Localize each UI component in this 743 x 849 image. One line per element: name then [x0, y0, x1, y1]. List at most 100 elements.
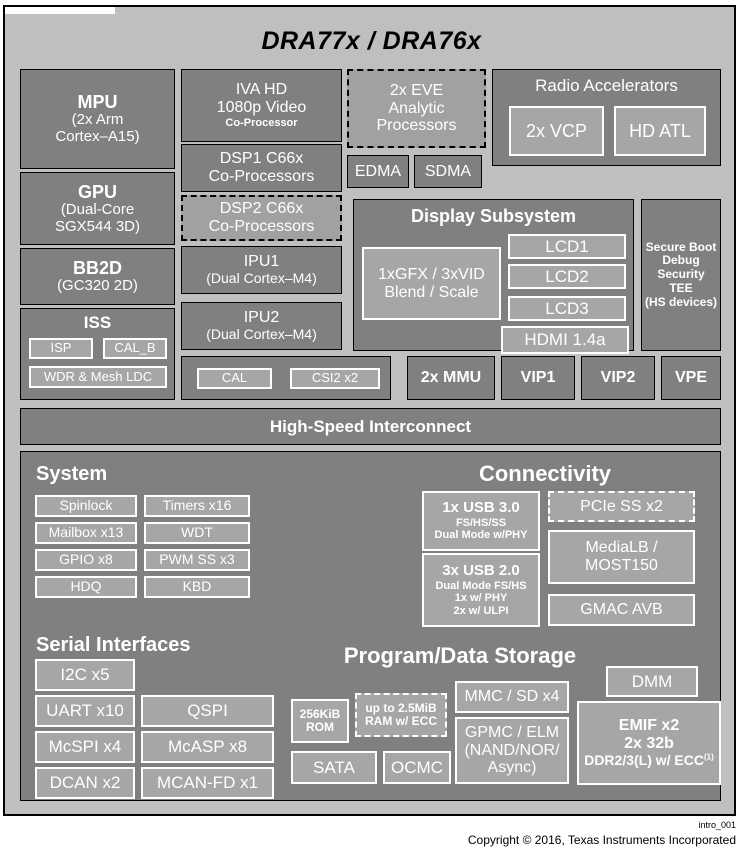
block-gpu[interactable]: GPU (Dual-Core SGX544 3D): [20, 172, 175, 245]
usb2-line2: Dual Mode FS/HS: [435, 579, 527, 592]
storage-emif[interactable]: EMIF x2 2x 32b DDR2/3(L) w/ ECC(1): [577, 701, 721, 785]
storage-rom[interactable]: 256KiB ROM: [291, 699, 349, 743]
radio-title: Radio Accelerators: [535, 76, 678, 95]
block-dsp1[interactable]: DSP1 C66x Co-Processors: [181, 144, 342, 192]
edma-label: EDMA: [354, 162, 402, 180]
dsp1-line1: DSP1 C66x: [219, 150, 304, 168]
connectivity-pcie[interactable]: PCIe SS x2: [548, 491, 695, 522]
storage-ram-line2: RAM w/ ECC: [365, 714, 437, 728]
connectivity-usb2[interactable]: 3x USB 2.0 Dual Mode FS/HS 1x w/ PHY 2x …: [422, 553, 540, 627]
block-bb2d[interactable]: BB2D (GC320 2D): [20, 248, 175, 305]
display-title: Display Subsystem: [410, 206, 577, 226]
storage-dmm[interactable]: DMM: [606, 666, 698, 697]
serial-dcan[interactable]: DCAN x2: [35, 767, 135, 799]
iss-isp-label: ISP: [50, 340, 72, 356]
medialb-line1: MediaLB /: [585, 539, 658, 557]
storage-dmm-label: DMM: [631, 671, 673, 691]
radio-vcp[interactable]: 2x VCP: [509, 106, 604, 156]
sdma-label: SDMA: [424, 162, 472, 180]
iss-isp[interactable]: ISP: [29, 338, 93, 359]
serial-mcan[interactable]: MCAN-FD x1: [141, 767, 274, 799]
system-item-timers[interactable]: Timers x16: [144, 495, 250, 517]
usb3-line1: 1x USB 3.0: [442, 499, 520, 517]
storage-emif-superscript: (1): [704, 752, 714, 762]
storage-mmc-sd-label: MMC / SD x4: [464, 688, 560, 706]
camera-cal[interactable]: CAL: [197, 368, 272, 389]
iss-cal-b[interactable]: CAL_B: [103, 338, 167, 359]
system-item-mailbox[interactable]: Mailbox x13: [35, 522, 137, 544]
serial-i2c[interactable]: I2C x5: [35, 659, 135, 691]
system-item-mailbox-label: Mailbox x13: [48, 524, 124, 541]
page-title: DRA77x / DRA76x: [261, 27, 482, 55]
system-item-gpio-label: GPIO x8: [59, 551, 113, 568]
iss-cal-b-label: CAL_B: [114, 340, 156, 356]
connectivity-medialb[interactable]: MediaLB / MOST150: [548, 530, 695, 584]
block-sdma[interactable]: SDMA: [414, 155, 482, 188]
dsp1-line2: Co-Processors: [208, 168, 315, 185]
block-high-speed-interconnect[interactable]: High-Speed Interconnect: [20, 408, 721, 445]
display-output-lcd1-label: LCD1: [545, 236, 589, 256]
block-vip2[interactable]: VIP2: [581, 356, 655, 400]
eve-line2: Analytic: [388, 99, 445, 117]
storage-ocmc[interactable]: OCMC: [383, 751, 451, 784]
mpu-line3: Cortex–A15): [55, 128, 140, 146]
serial-qspi[interactable]: QSPI: [141, 695, 274, 727]
block-eve[interactable]: 2x EVE Analytic Processors: [347, 69, 486, 148]
display-output-hdmi[interactable]: HDMI 1.4a: [501, 326, 629, 354]
storage-sata[interactable]: SATA: [291, 751, 377, 784]
serial-uart[interactable]: UART x10: [35, 695, 135, 727]
block-security[interactable]: Secure Boot Debug Security TEE (HS devic…: [641, 199, 721, 351]
storage-rom-line2: ROM: [306, 720, 334, 734]
system-item-spinlock[interactable]: Spinlock: [35, 495, 137, 517]
ipu1-line1: IPU1: [243, 253, 280, 271]
eve-line3: Processors: [376, 117, 457, 135]
block-mmu[interactable]: 2x MMU: [407, 356, 495, 400]
iss-wdr-mesh-ldc[interactable]: WDR & Mesh LDC: [29, 366, 167, 388]
vpe-label: VPE: [674, 369, 707, 387]
connectivity-pcie-label: PCIe SS x2: [580, 497, 663, 515]
connectivity-usb3[interactable]: 1x USB 3.0 FS/HS/SS Dual Mode w/PHY: [422, 491, 540, 551]
block-vpe[interactable]: VPE: [661, 356, 721, 400]
system-item-kbd-label: KBD: [182, 578, 212, 595]
ipu2-line2: (Dual Cortex–M4): [206, 326, 317, 343]
block-edma[interactable]: EDMA: [347, 155, 409, 188]
frame-top-notch: [5, 7, 115, 14]
display-output-lcd1[interactable]: LCD1: [508, 234, 626, 259]
system-item-kbd[interactable]: KBD: [144, 576, 250, 598]
system-item-wdt[interactable]: WDT: [144, 522, 250, 544]
usb3-line2: FS/HS/SS: [455, 517, 507, 530]
serial-mcasp[interactable]: McASP x8: [141, 731, 274, 763]
storage-ram[interactable]: up to 2.5MiB RAM w/ ECC: [355, 693, 447, 737]
chip-frame: DRA77x / DRA76x MPU (2x Arm Cortex–A15) …: [3, 5, 736, 816]
block-ipu1[interactable]: IPU1 (Dual Cortex–M4): [181, 246, 342, 294]
interconnect-label: High-Speed Interconnect: [269, 416, 472, 436]
system-item-pwm[interactable]: PWM SS x3: [144, 549, 250, 571]
camera-csi2-label: CSI2 x2: [311, 370, 359, 386]
system-item-hdq-label: HDQ: [70, 578, 102, 595]
iva-line1: IVA HD: [235, 81, 288, 99]
eve-line1: 2x EVE: [389, 81, 444, 99]
camera-csi2[interactable]: CSI2 x2: [290, 368, 380, 389]
display-blend-line2: Blend / Scale: [384, 283, 479, 301]
copyright-notice: Copyright © 2016, Texas Instruments Inco…: [467, 833, 736, 847]
display-output-lcd2[interactable]: LCD2: [508, 264, 626, 289]
block-iva-hd[interactable]: IVA HD 1080p Video Co-Processor: [181, 69, 342, 142]
connectivity-gmac[interactable]: GMAC AVB: [548, 594, 695, 626]
block-vip1[interactable]: VIP1: [501, 356, 575, 400]
gpu-line3: SGX544 3D): [54, 217, 141, 235]
storage-mmc-sd[interactable]: MMC / SD x4: [455, 681, 569, 713]
block-ipu2[interactable]: IPU2 (Dual Cortex–M4): [181, 302, 342, 350]
display-output-lcd3[interactable]: LCD3: [508, 296, 626, 321]
security-line-3: Security: [657, 267, 705, 282]
system-item-hdq[interactable]: HDQ: [35, 576, 137, 598]
storage-gpmc-elm[interactable]: GPMC / ELM (NAND/NOR/ Async): [455, 717, 569, 784]
gpu-line2: (Dual-Core: [60, 200, 135, 218]
block-mpu[interactable]: MPU (2x Arm Cortex–A15): [20, 69, 175, 169]
system-item-timers-label: Timers x16: [162, 497, 232, 514]
system-item-gpio[interactable]: GPIO x8: [35, 549, 137, 571]
block-dsp2[interactable]: DSP2 C66x Co-Processors: [181, 195, 342, 241]
serial-mcspi[interactable]: McSPI x4: [35, 731, 135, 763]
display-blend-scale[interactable]: 1xGFX / 3xVID Blend / Scale: [362, 247, 501, 320]
radio-hd-atl[interactable]: HD ATL: [614, 106, 706, 156]
mmu-label: 2x MMU: [420, 369, 482, 387]
